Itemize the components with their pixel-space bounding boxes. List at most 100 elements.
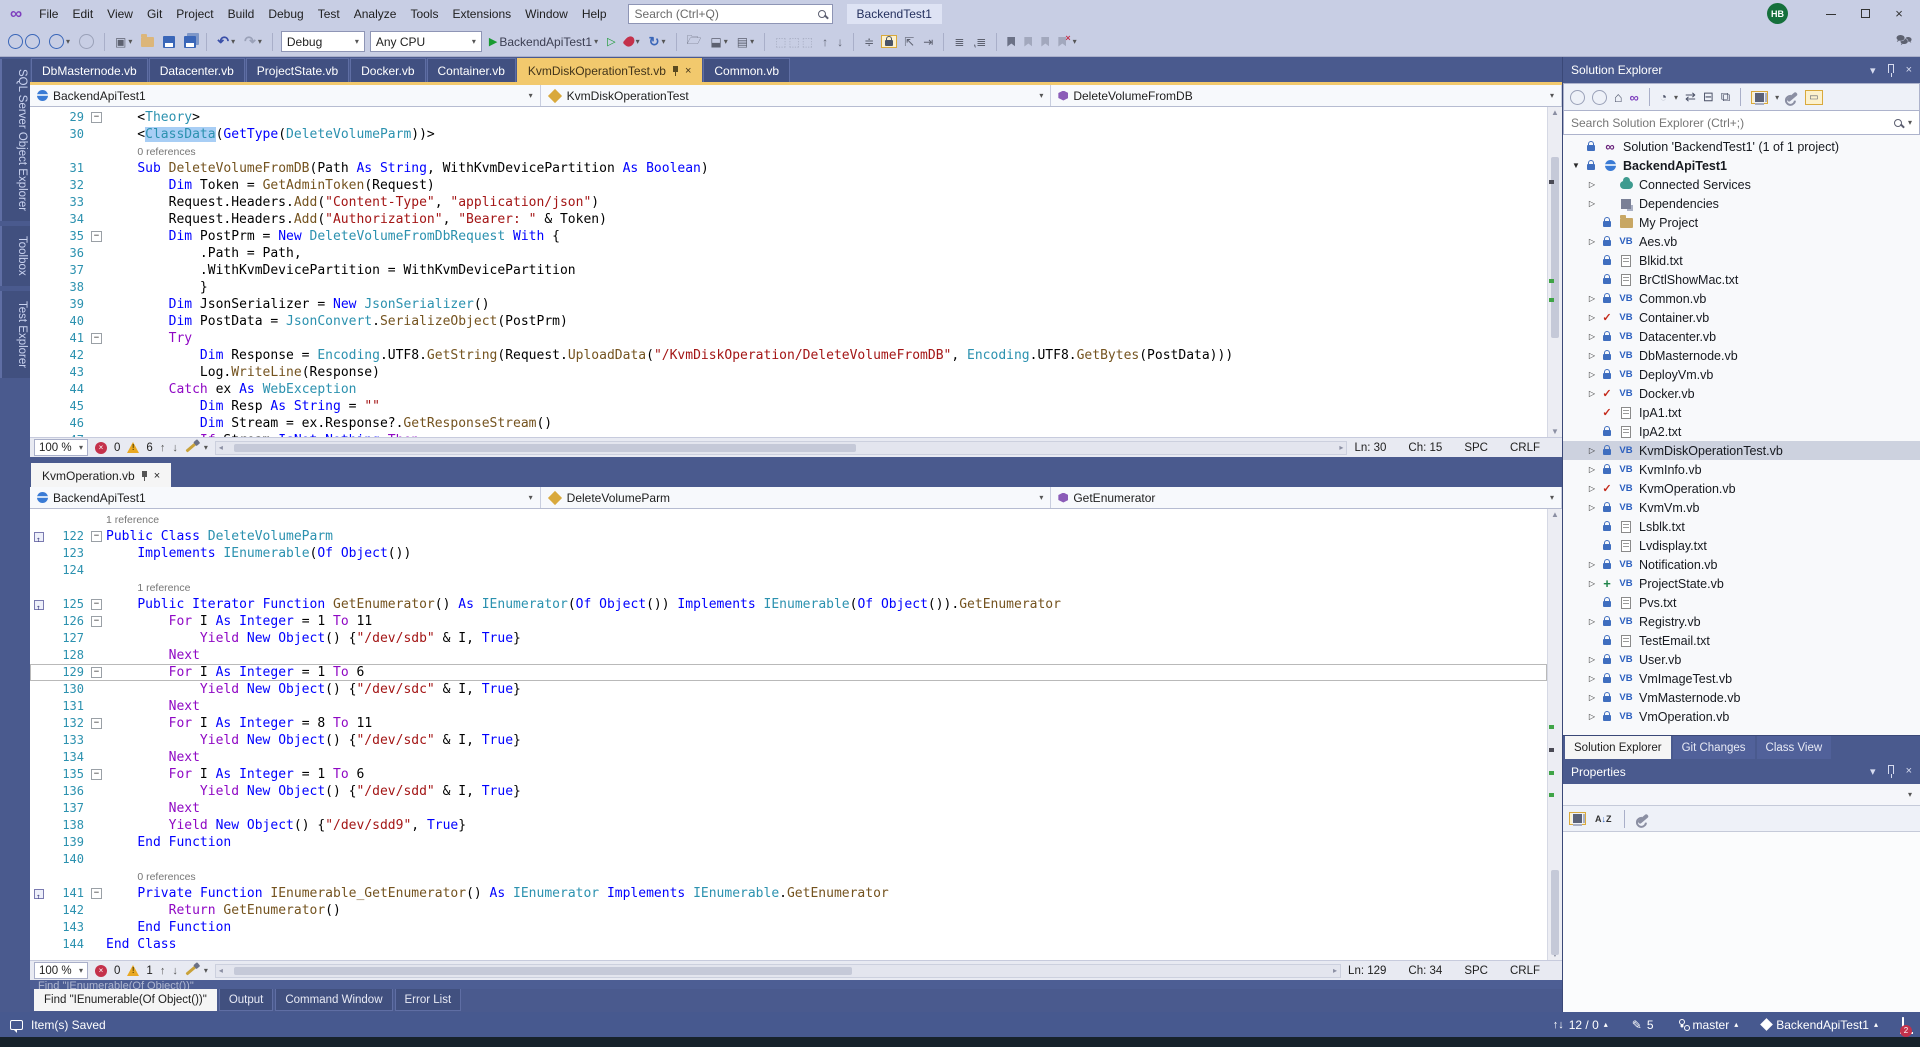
uncomment-icon[interactable]: ⹁≣ [971, 31, 988, 52]
tree-item-notification-vb[interactable]: ▷ VB Notification.vb [1563, 555, 1920, 574]
expander-icon[interactable]: ▷ [1585, 484, 1599, 493]
switch-views-icon[interactable]: ∞ [1629, 90, 1638, 105]
tree-item-deployvm-vb[interactable]: ▷ VB DeployVm.vb [1563, 365, 1920, 384]
vertical-scrollbar-2[interactable]: ▲ ▼ [1547, 509, 1562, 960]
expander-icon[interactable]: ▷ [1585, 579, 1599, 588]
tree-item-kvmoperation-vb[interactable]: ▷ ✓ VB KvmOperation.vb [1563, 479, 1920, 498]
properties-object-select[interactable]: ▾ [1563, 784, 1920, 806]
close-icon[interactable]: × [685, 65, 691, 77]
tree-item-container-vb[interactable]: ▷ ✓ VB Container.vb [1563, 308, 1920, 327]
branch-button[interactable]: master ▴ [1678, 1018, 1738, 1032]
document-tab[interactable]: Common.vb [703, 58, 791, 82]
codelens-reference-icon[interactable] [34, 888, 44, 905]
code-cleanup-icon[interactable] [185, 965, 197, 976]
fold-collapse-box[interactable]: − [91, 599, 102, 610]
expander-icon[interactable]: ▷ [1585, 199, 1599, 208]
expander-icon[interactable]: ▷ [1585, 332, 1599, 341]
new-project-button[interactable]: ▣ ▾ [113, 33, 134, 51]
align-icon[interactable]: ≑ [862, 33, 876, 51]
expander-icon[interactable]: ▷ [1585, 351, 1599, 360]
document-tab[interactable]: KvmOperation.vb × [31, 463, 172, 487]
fold-collapse-box[interactable]: − [91, 667, 102, 678]
fold-collapse-box[interactable]: − [91, 888, 102, 899]
menu-view[interactable]: View [100, 4, 140, 24]
expander-icon[interactable]: ▷ [1585, 465, 1599, 474]
code-editor-1[interactable]: 29− <Theory> 30 <ClassData(GetType(Delete… [30, 107, 1562, 437]
next-issue-button[interactable]: ↓ [172, 965, 178, 977]
fold-collapse-box[interactable]: − [91, 616, 102, 627]
fold-collapse-box[interactable]: − [91, 769, 102, 780]
codelens-references[interactable]: 0 references [137, 146, 195, 158]
tree-item-lvdisplay-txt[interactable]: Lvdisplay.txt [1563, 536, 1920, 555]
expander-icon[interactable]: ▷ [1585, 655, 1599, 664]
expander-icon[interactable]: ▷ [1585, 237, 1599, 246]
expander-icon[interactable]: ▷ [1585, 389, 1599, 398]
close-icon[interactable]: × [1906, 765, 1912, 778]
fold-collapse-box[interactable]: − [91, 718, 102, 729]
tool-window-tab-test-explorer[interactable]: Test Explorer [0, 290, 30, 378]
tab-class-view[interactable]: Class View [1756, 736, 1832, 759]
breadcrumb-class[interactable]: DeleteVolumeParm ▾ [541, 487, 1052, 508]
tree-item-ipa1-txt[interactable]: ✓ IpA1.txt [1563, 403, 1920, 422]
menu-edit[interactable]: Edit [65, 4, 100, 24]
expander-icon[interactable]: ▷ [1585, 446, 1599, 455]
forward-icon[interactable] [1592, 89, 1607, 105]
tree-item-vmimagetest-vb[interactable]: ▷ VB VmImageTest.vb [1563, 669, 1920, 688]
hot-reload-button[interactable]: ▾ [622, 34, 642, 49]
menu-debug[interactable]: Debug [261, 4, 310, 24]
find-in-files-button[interactable]: 🗁 [685, 29, 704, 54]
code-cleanup-icon[interactable] [185, 442, 197, 453]
document-tab[interactable]: Datacenter.vb [148, 58, 245, 82]
tree-item-docker-vb[interactable]: ▷ ✓ VB Docker.vb [1563, 384, 1920, 403]
menu-git[interactable]: Git [140, 4, 169, 24]
space-mode-indicator[interactable]: SPC [1464, 442, 1488, 454]
tree-item-ipa2-txt[interactable]: IpA2.txt [1563, 422, 1920, 441]
repository-button[interactable]: BackendApiTest1 ▴ [1760, 1018, 1878, 1032]
tree-item-lsblk-txt[interactable]: Lsblk.txt [1563, 517, 1920, 536]
pin-icon[interactable] [672, 65, 679, 76]
codelens-reference-icon[interactable] [34, 531, 44, 548]
expander-icon[interactable]: ▷ [1585, 313, 1599, 322]
tree-item-common-vb[interactable]: ▷ VB Common.vb [1563, 289, 1920, 308]
fold-collapse-box[interactable]: − [91, 112, 102, 123]
pending-edits-button[interactable]: ✎ 5 [1632, 1018, 1654, 1032]
line-ending-indicator[interactable]: CRLF [1510, 442, 1540, 454]
space-mode-indicator[interactable]: SPC [1464, 965, 1488, 977]
horizontal-scrollbar-1[interactable]: ◂ ▸ [214, 440, 1348, 455]
expander-icon[interactable]: ▷ [1585, 712, 1599, 721]
copy-icon[interactable]: ⧉ [1721, 89, 1730, 105]
solution-platform-select[interactable]: Any CPU ▾ [369, 31, 482, 52]
tree-item-solution-backendtest1-1-of-1-project-[interactable]: ∞ Solution 'BackendTest1' (1 of 1 project… [1563, 137, 1920, 156]
preserve-log-toggle[interactable] [881, 35, 898, 48]
toggle-bookmark-button[interactable] [1005, 35, 1017, 49]
expander-icon[interactable]: ▷ [1585, 180, 1599, 189]
notifications-button[interactable]: 2 [1900, 1016, 1912, 1037]
document-tab[interactable]: KvmDiskOperationTest.vb × [516, 58, 703, 82]
open-file-button[interactable] [139, 33, 156, 49]
sync-commits-button[interactable]: ↑↓ 12 / 0 ▴ [1553, 1018, 1608, 1032]
collapse-all-icon[interactable]: ⊟ [1703, 89, 1714, 105]
solution-explorer-search-input[interactable]: Search Solution Explorer (Ctrl+;) ▾ [1563, 111, 1920, 135]
tab-output[interactable]: Output [218, 989, 274, 1011]
properties-wrench-icon[interactable] [1786, 91, 1798, 103]
line-indicator[interactable]: Ln: 30 [1354, 442, 1386, 454]
breadcrumb-proj[interactable]: BackendApiTest1 ▾ [30, 85, 541, 106]
solution-configuration-select[interactable]: Debug ▾ [280, 31, 365, 52]
tree-item-user-vb[interactable]: ▷ VB User.vb [1563, 650, 1920, 669]
tree-item-backendapitest1[interactable]: ▼ BackendApiTest1 [1563, 156, 1920, 175]
tree-item-connected-services[interactable]: ▷ Connected Services [1563, 175, 1920, 194]
breadcrumb-class[interactable]: KvmDiskOperationTest ▾ [541, 85, 1052, 106]
tree-item-registry-vb[interactable]: ▷ VB Registry.vb [1563, 612, 1920, 631]
navigate-back-button[interactable] [6, 32, 42, 51]
sync-with-active-document-icon[interactable]: ⇄ [1685, 89, 1696, 105]
window-position-icon[interactable]: ▾ [1870, 765, 1876, 778]
property-pages-wrench-icon[interactable] [1636, 813, 1649, 824]
fold-collapse-box[interactable]: − [91, 531, 102, 542]
tree-item-datacenter-vb[interactable]: ▷ VB Datacenter.vb [1563, 327, 1920, 346]
breadcrumb-method[interactable]: DeleteVolumeFromDB ▾ [1051, 85, 1563, 106]
document-tab[interactable]: Docker.vb [350, 58, 426, 82]
horizontal-scrollbar-2[interactable]: ◂ ▸ [214, 963, 1342, 978]
tree-item-vmoperation-vb[interactable]: ▷ VB VmOperation.vb [1563, 707, 1920, 726]
redo-button[interactable]: ↷ ▾ [242, 31, 264, 52]
restart-button[interactable]: ↻ ▾ [647, 32, 668, 52]
